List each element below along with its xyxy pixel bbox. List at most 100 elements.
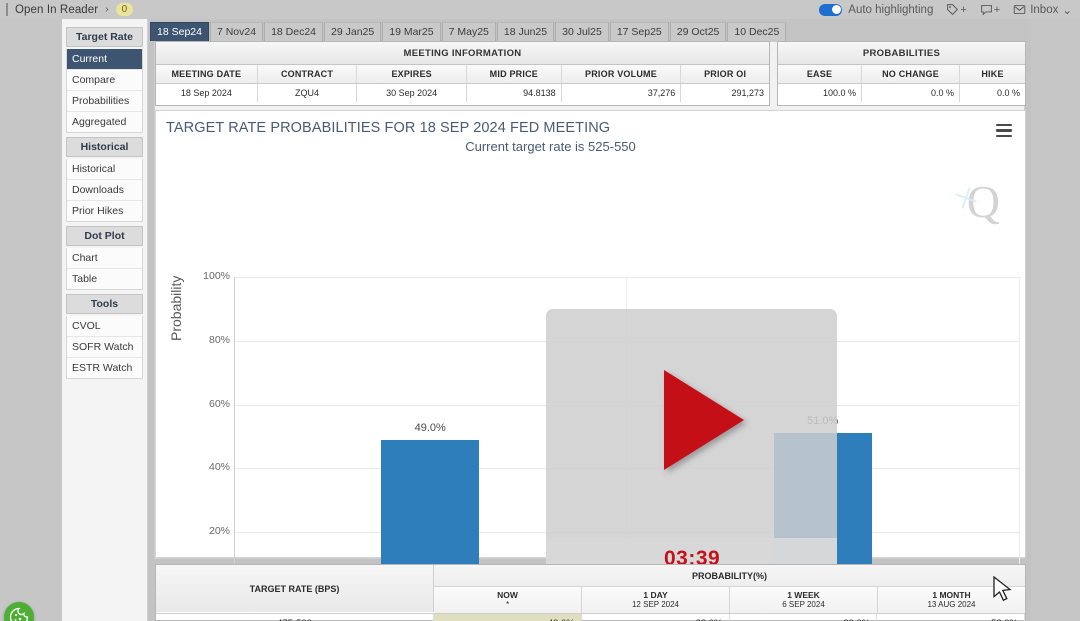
y-axis-tick-label: 40% bbox=[208, 461, 230, 474]
breakdown-cell-rate: 475-500 bbox=[156, 614, 434, 621]
tab-19-mar25[interactable]: 19 Mar25 bbox=[382, 22, 441, 41]
hamburger-bar bbox=[996, 129, 1012, 132]
meeting-info-col-header: EXPIRES bbox=[357, 65, 467, 83]
probabilities-header-row: EASE NO CHANGE HIKE bbox=[778, 65, 1025, 84]
tab-17-sep25[interactable]: 17 Sep25 bbox=[609, 22, 669, 41]
annotation-count-badge[interactable]: 0 bbox=[115, 3, 134, 16]
hamburger-bar bbox=[996, 134, 1012, 138]
open-in-reader-button[interactable]: Open In Reader bbox=[15, 4, 98, 16]
auto-highlighting-toggle[interactable]: Auto highlighting bbox=[819, 3, 934, 16]
meeting-date-tabstrip: 18 Sep24 7 Nov24 18 Dec24 29 Jan25 19 Mar25 7… bbox=[148, 19, 1031, 41]
meeting-info-cell: 94.8138 bbox=[466, 84, 562, 102]
sidebar-group: Current Compare Probabilities Aggregated bbox=[66, 49, 143, 133]
table-row: 475-50049.0%28.0%30.0%53.0% bbox=[156, 613, 1025, 621]
meeting-info-cell: ZQU4 bbox=[257, 84, 358, 102]
add-comment-plus: + bbox=[993, 3, 1001, 16]
sidebar-group-header-historical: Historical bbox=[66, 137, 143, 157]
meeting-info-cell: 37,276 bbox=[561, 84, 682, 102]
breakdown-cell-month: 53.0% bbox=[877, 614, 1025, 621]
add-tag-button[interactable]: + bbox=[946, 3, 967, 16]
sidebar-item-sofr-watch[interactable]: SOFR Watch bbox=[67, 337, 142, 358]
probability-group-header: PROBABILITY(%) bbox=[434, 565, 1025, 587]
toolbar-left-group: Open In Reader › 0 bbox=[0, 3, 134, 16]
tab-7-may25[interactable]: 7 May25 bbox=[441, 22, 496, 41]
chevron-right-icon[interactable]: › bbox=[105, 4, 108, 15]
probabilities-cell: 0.0 % bbox=[862, 84, 960, 102]
breakdown-subheader: 1 MONTH 13 AUG 2024 bbox=[878, 587, 1025, 613]
inbox-dropdown[interactable]: Inbox ⌄ bbox=[1013, 3, 1072, 17]
add-tag-plus: + bbox=[960, 3, 967, 16]
tab-29-oct25[interactable]: 29 Oct25 bbox=[669, 22, 727, 41]
probabilities-data-row: 100.0 % 0.0 % 0.0 % bbox=[778, 84, 1025, 102]
y-axis-tick-label: 60% bbox=[208, 397, 230, 410]
y-axis-tick-label: 80% bbox=[208, 333, 230, 346]
probabilities-col-header: HIKE bbox=[981, 69, 1004, 79]
breakdown-cell-week: 30.0% bbox=[730, 614, 878, 621]
left-gutter bbox=[0, 19, 62, 621]
meeting-info-col-header: MID PRICE bbox=[467, 65, 562, 83]
sidebar-group: Chart Table bbox=[66, 248, 143, 290]
page-body: Target Rate Current Compare Probabilities Ag… bbox=[0, 19, 1080, 621]
meeting-information-title: MEETING INFORMATION bbox=[156, 42, 769, 65]
meeting-information-table: MEETING INFORMATION MEETING DATE CONTRACT… bbox=[155, 41, 770, 106]
add-comment-button[interactable]: + bbox=[980, 3, 1000, 16]
cookie-glyph bbox=[9, 607, 29, 621]
inbox-label: Inbox bbox=[1030, 3, 1059, 16]
chevron-down-icon[interactable]: ⌄ bbox=[1062, 3, 1072, 17]
toolbar-divider bbox=[6, 3, 8, 16]
probabilities-col-header: EASE bbox=[778, 65, 862, 83]
tag-icon bbox=[947, 4, 959, 16]
sidebar-group-header-dot-plot: Dot Plot bbox=[66, 226, 143, 246]
breakdown-cell-now: 49.0% bbox=[434, 614, 582, 621]
sidebar-item-current[interactable]: Current bbox=[67, 49, 142, 70]
sidebar-item-chart[interactable]: Chart bbox=[67, 248, 142, 269]
browser-toolbar: Open In Reader › 0 Auto highlighting + + bbox=[0, 0, 1080, 19]
breakdown-cell-day: 28.0% bbox=[582, 614, 730, 621]
y-axis-tick-label: 100% bbox=[203, 270, 230, 282]
sidebar-item-table[interactable]: Table bbox=[67, 269, 142, 289]
toggle-switch-icon[interactable] bbox=[819, 3, 843, 16]
meeting-information-header-row: MEETING DATE CONTRACT EXPIRES MID PRICE PRIO… bbox=[156, 65, 769, 84]
probabilities-table: PROBABILITIES EASE NO CHANGE HIKE 100.0 % 0… bbox=[777, 41, 1026, 106]
plot-vertical-divider bbox=[1019, 277, 1020, 596]
sidebar-item-historical[interactable]: Historical bbox=[67, 159, 142, 180]
sidebar-item-cvol[interactable]: CVOL bbox=[67, 316, 142, 337]
inbox-icon bbox=[1013, 4, 1026, 15]
bar-value-label: 51.0% bbox=[807, 415, 839, 428]
tab-18-dec24[interactable]: 18 Dec24 bbox=[264, 22, 324, 41]
breakdown-subheader: NOW * bbox=[434, 587, 582, 613]
play-button[interactable] bbox=[664, 370, 744, 470]
sidebar-item-compare[interactable]: Compare bbox=[67, 70, 142, 91]
probabilities-cell: 100.0 % bbox=[778, 84, 862, 102]
tab-29-jan25[interactable]: 29 Jan25 bbox=[324, 22, 382, 41]
sidebar-item-downloads[interactable]: Downloads bbox=[67, 180, 142, 201]
main-content: 18 Sep24 7 Nov24 18 Dec24 29 Jan25 19 Mar25 7… bbox=[148, 19, 1031, 621]
probability-column-group: PROBABILITY(%) NOW * 1 DAY 12 SEP 2024 1 WEE… bbox=[434, 565, 1025, 613]
chart-card: TARGET RATE PROBABILITIES FOR 18 SEP 202… bbox=[155, 110, 1026, 621]
probability-breakdown-table: TARGET RATE (BPS) PROBABILITY(%) NOW * 1 D… bbox=[155, 564, 1026, 621]
tab-18-sep24[interactable]: 18 Sep24 bbox=[150, 22, 209, 41]
tab-10-dec25[interactable]: 10 Dec25 bbox=[727, 22, 787, 41]
tab-18-jun25[interactable]: 18 Jun25 bbox=[496, 22, 555, 41]
breakdown-subheader: 1 DAY 12 SEP 2024 bbox=[582, 587, 730, 613]
right-gutter bbox=[1031, 19, 1080, 621]
sidebar-group-header-target-rate: Target Rate bbox=[66, 27, 143, 47]
chart-menu-icon[interactable] bbox=[996, 124, 1012, 140]
meeting-info-cell: 291,273 bbox=[681, 84, 769, 102]
sidebar-item-prior-hikes[interactable]: Prior Hikes bbox=[67, 201, 142, 221]
probabilities-title: PROBABILITIES bbox=[778, 42, 1025, 65]
comment-icon bbox=[980, 4, 992, 16]
y-axis-label: Probability bbox=[168, 275, 184, 341]
sidebar-item-estr-watch[interactable]: ESTR Watch bbox=[67, 358, 142, 378]
sidebar-item-aggregated[interactable]: Aggregated bbox=[67, 112, 142, 132]
tab-7-nov24[interactable]: 7 Nov24 bbox=[209, 22, 264, 41]
meeting-information-data-row: 18 Sep 2024 ZQU4 30 Sep 2024 94.8138 37,276 2… bbox=[156, 84, 769, 102]
probability-subheaders: NOW * 1 DAY 12 SEP 2024 1 WEEK 6 SEP 2024 1 MO… bbox=[434, 587, 1025, 613]
sidebar-item-probabilities[interactable]: Probabilities bbox=[67, 91, 142, 112]
auto-highlighting-label: Auto highlighting bbox=[848, 3, 934, 16]
y-axis-tick-label: 20% bbox=[208, 525, 230, 538]
meeting-info-col-header: PRIOR VOLUME bbox=[562, 65, 682, 83]
meeting-info-col-header: PRIOR OI bbox=[704, 69, 747, 79]
breakdown-subheader: 1 WEEK 6 SEP 2024 bbox=[730, 587, 878, 613]
tab-30-jul25[interactable]: 30 Jul25 bbox=[555, 22, 609, 41]
